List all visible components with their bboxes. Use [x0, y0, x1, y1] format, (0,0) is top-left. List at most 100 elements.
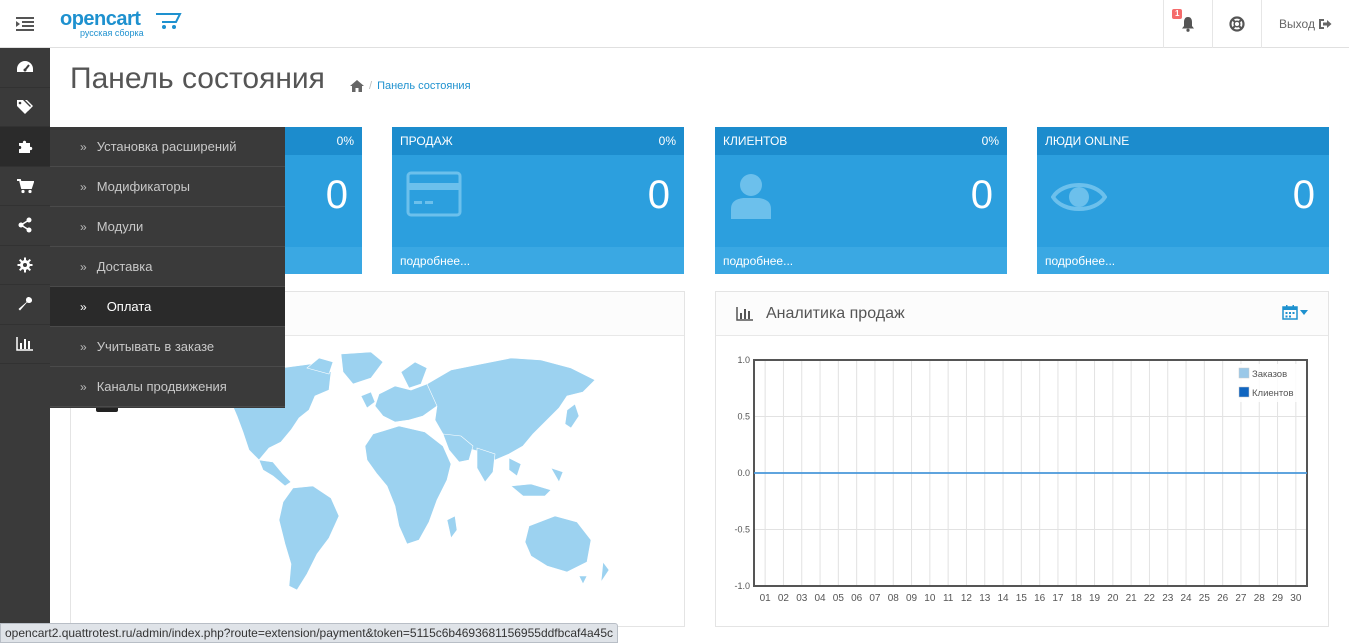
double-chevron-right-icon: » [80, 339, 87, 354]
tile-more-link[interactable]: подробнее... [715, 247, 1007, 274]
sidebar-item-system[interactable] [0, 246, 50, 285]
logo-cart-icon [156, 13, 182, 29]
opencart-logo[interactable]: opencart русская сборка [60, 8, 190, 40]
x-tick-label: 05 [833, 593, 845, 604]
sign-out-icon [1318, 19, 1332, 29]
sidebar [0, 48, 50, 643]
x-tick-label: 26 [1217, 593, 1229, 604]
x-tick-label: 16 [1034, 593, 1046, 604]
cart-icon [17, 178, 34, 193]
sidebar-item-marketing[interactable] [0, 206, 50, 246]
notification-badge: 1 [1172, 9, 1183, 19]
bell-icon [1182, 17, 1194, 32]
x-tick-label: 06 [851, 593, 863, 604]
x-tick-label: 04 [814, 593, 826, 604]
top-header: opencart русская сборка 1 Выход [0, 0, 1349, 48]
tile-more-link[interactable]: подробнее... [1037, 247, 1329, 274]
double-chevron-right-icon: » [80, 299, 87, 314]
tile-percent: 0% [981, 134, 999, 148]
tile-more-link[interactable]: подробнее... [392, 247, 684, 274]
flyout-item-modifications[interactable]: » Модификаторы [50, 167, 285, 207]
menu-toggle-button[interactable] [0, 0, 50, 48]
tile-title: ЛЮДИ ONLINE [1045, 134, 1130, 148]
x-tick-label: 20 [1107, 593, 1119, 604]
credit-card-icon [406, 171, 462, 217]
x-tick-label: 28 [1254, 593, 1266, 604]
notifications-button[interactable]: 1 [1163, 0, 1212, 48]
puzzle-icon [19, 141, 33, 154]
tile-value: 0 [1292, 173, 1315, 217]
date-range-dropdown[interactable] [1282, 304, 1308, 320]
double-chevron-right-icon: » [80, 179, 87, 194]
flyout-item-modules[interactable]: » Модули [50, 207, 285, 247]
logout-label: Выход [1279, 17, 1315, 31]
dashboard-icon [17, 61, 33, 73]
legend-swatch [1238, 386, 1250, 398]
x-tick-label: 09 [906, 593, 918, 604]
tile-header: ПРОДАЖ 0% [392, 127, 684, 155]
flyout-item-label: Учитывать в заказе [96, 339, 215, 354]
tile-header: КЛИЕНТОВ 0% [715, 127, 1007, 155]
flyout-item-label: Оплата [106, 299, 152, 314]
user-icon [731, 174, 771, 219]
x-tick-label: 01 [760, 593, 772, 604]
x-tick-label: 15 [1016, 593, 1028, 604]
page-title: Панель состояния [70, 62, 325, 95]
tile-sales: ПРОДАЖ 0% 0 подробнее... [392, 127, 684, 274]
sidebar-item-reports[interactable] [0, 325, 50, 364]
logo-subtext: русская сборка [80, 28, 144, 38]
logout-button[interactable]: Выход [1261, 0, 1349, 48]
sidebar-item-dashboard[interactable] [0, 48, 50, 88]
x-tick-label: 02 [778, 593, 790, 604]
x-tick-label: 13 [979, 593, 991, 604]
caret-down-icon [1300, 309, 1308, 315]
menu-indent-icon [16, 17, 34, 31]
x-tick-label: 17 [1052, 593, 1064, 604]
double-chevron-right-icon: » [80, 259, 87, 274]
x-tick-label: 22 [1144, 593, 1156, 604]
x-tick-label: 30 [1290, 593, 1302, 604]
legend-swatch [1238, 367, 1250, 379]
breadcrumb-link[interactable]: Панель состояния [377, 80, 470, 92]
sidebar-item-catalog[interactable] [0, 88, 50, 127]
tile-footer-label: подробнее... [1045, 253, 1116, 268]
flyout-item-payment[interactable]: » Оплата [50, 287, 285, 327]
legend-label: Заказов [1252, 369, 1287, 380]
flyout-item-label: Установка расширений [96, 139, 237, 154]
life-ring-icon [1229, 16, 1245, 32]
flyout-item-installer[interactable]: » Установка расширений [50, 127, 285, 167]
legend-label: Клиентов [1252, 388, 1294, 399]
wrench-icon [18, 297, 33, 311]
x-tick-label: 12 [961, 593, 973, 604]
browser-status-bar: opencart2.quattrotest.ru/admin/index.php… [0, 623, 619, 643]
y-tick-label: -0.5 [734, 525, 750, 535]
eye-icon [1051, 183, 1107, 211]
analytics-panel-header: Аналитика продаж [716, 292, 1328, 336]
sales-chart: 1.0 0.5 0.0 -0.5 -1.0 01 02 03 04 05 06 07 08 09 10 11 1… [734, 355, 1308, 604]
flyout-item-shipping[interactable]: » Доставка [50, 247, 285, 287]
breadcrumb: / Панель состояния [350, 80, 471, 92]
tile-body: 0 [715, 155, 1007, 247]
x-tick-label: 24 [1180, 593, 1192, 604]
x-tick-label: 10 [924, 593, 936, 604]
x-tick-label: 23 [1162, 593, 1174, 604]
sidebar-item-sales[interactable] [0, 167, 50, 206]
flyout-item-order-totals[interactable]: » Учитывать в заказе [50, 327, 285, 367]
tile-percent: 0% [658, 134, 676, 148]
sidebar-item-extensions[interactable] [0, 127, 50, 167]
double-chevron-right-icon: » [80, 219, 87, 234]
double-chevron-right-icon: » [80, 379, 87, 394]
x-tick-label: 07 [869, 593, 881, 604]
sidebar-item-tools[interactable] [0, 285, 50, 325]
gear-icon [17, 257, 33, 273]
flyout-item-feeds[interactable]: » Каналы продвижения [50, 367, 285, 407]
status-url: opencart2.quattrotest.ru/admin/index.php… [5, 626, 614, 640]
sales-chart-area: 1.0 0.5 0.0 -0.5 -1.0 01 02 03 04 05 06 07 08 09 10 11 1… [716, 336, 1328, 626]
bar-chart-icon [736, 306, 753, 321]
help-button[interactable] [1212, 0, 1261, 48]
home-icon[interactable] [350, 80, 364, 92]
analytics-title: Аналитика продаж [766, 304, 905, 322]
tile-customers: КЛИЕНТОВ 0% 0 подробнее... [715, 127, 1007, 274]
x-tick-label: 25 [1199, 593, 1211, 604]
tile-footer-label: подробнее... [723, 253, 794, 268]
